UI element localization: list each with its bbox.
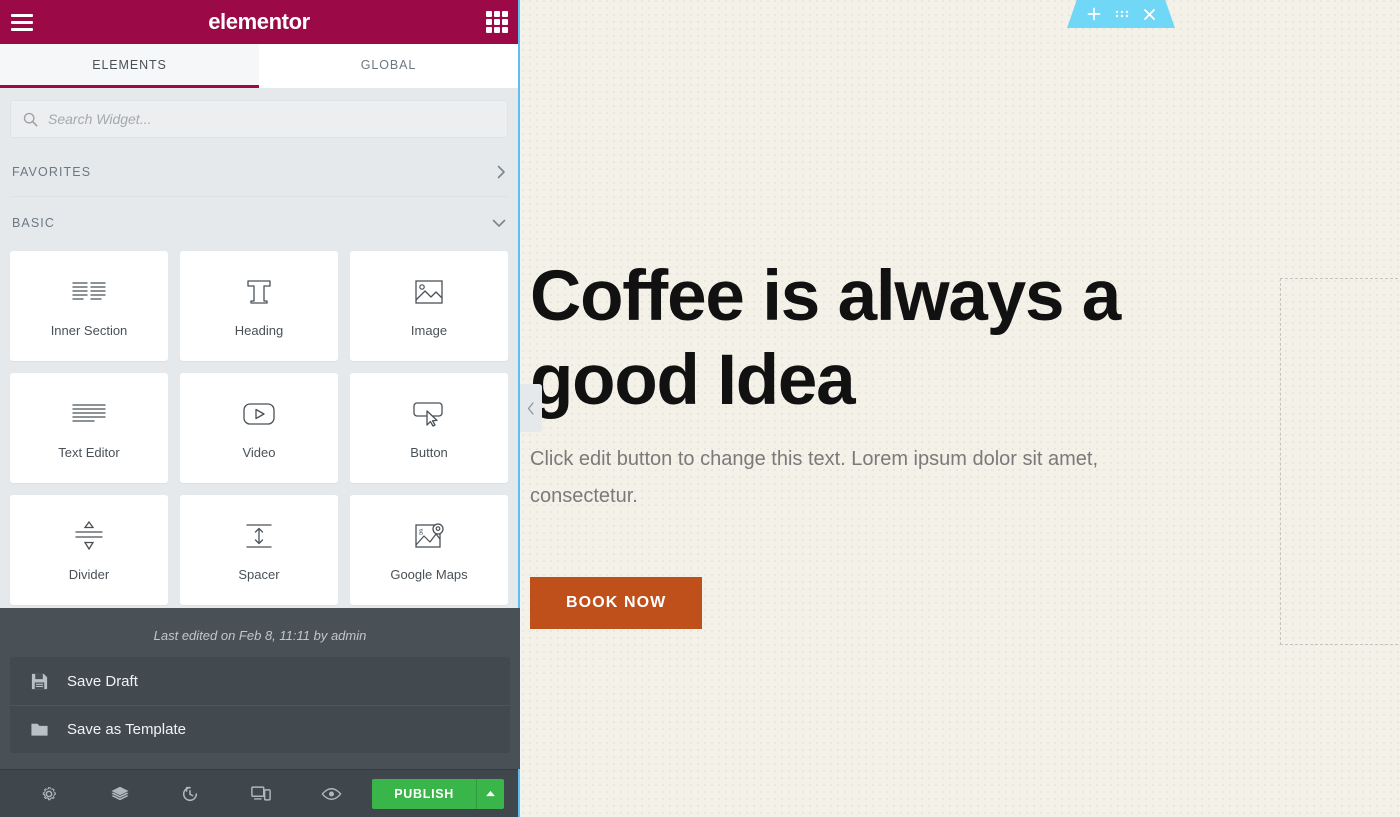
eye-icon (321, 787, 341, 800)
hero-heading[interactable]: Coffee is always a good Idea (530, 255, 1160, 423)
tab-global[interactable]: GLOBAL (259, 44, 518, 88)
panel-tabs: ELEMENTS GLOBAL (0, 44, 518, 88)
settings-button[interactable] (14, 770, 84, 817)
widget-label: Spacer (238, 566, 280, 582)
history-clock-icon (183, 786, 198, 801)
widget-image[interactable]: Image (350, 251, 508, 361)
last-edited-label: Last edited on Feb 8, 11:11 by admin (153, 628, 367, 643)
elementor-editor-window: elementor ELEMENTS GLOBAL FAVORITES (0, 0, 1400, 817)
responsive-mode-button[interactable] (225, 770, 295, 817)
elementor-logo-title: elementor (208, 9, 310, 34)
category-favorites[interactable]: FAVORITES (0, 148, 518, 196)
search-icon (23, 112, 38, 126)
navigator-button[interactable] (84, 770, 154, 817)
search-input[interactable] (48, 111, 495, 127)
widget-label: Heading (234, 322, 284, 338)
page-canvas[interactable]: Coffee is always a good Idea Click edit … (522, 0, 1400, 817)
widget-divider[interactable]: Divider (10, 495, 168, 605)
widget-label: Divider (68, 566, 110, 582)
drag-dots-icon[interactable] (1115, 9, 1129, 19)
widget-heading[interactable]: Heading (180, 251, 338, 361)
panel-collapse-handle[interactable] (520, 384, 542, 432)
empty-column-dropzone[interactable] (1280, 278, 1400, 645)
svg-text:g: g (419, 526, 423, 535)
publish-options-button[interactable] (476, 778, 505, 809)
divider-icon (74, 519, 104, 553)
widget-label: Inner Section (50, 322, 128, 338)
layers-icon (111, 786, 129, 800)
hero-description[interactable]: Click edit button to change this text. L… (530, 441, 1210, 515)
folder-icon (31, 723, 48, 736)
search-box[interactable] (10, 100, 508, 138)
apps-grid-icon[interactable] (486, 11, 508, 33)
widget-label: Google Maps (390, 566, 468, 582)
preview-button[interactable] (296, 770, 366, 817)
map-pin-icon: g (414, 519, 444, 553)
publish-button[interactable]: PUBLISH (372, 778, 477, 809)
chevron-left-icon (527, 401, 534, 415)
widget-inner-section[interactable]: Inner Section (10, 251, 168, 361)
image-icon (414, 275, 444, 309)
spacer-icon (244, 519, 274, 553)
chevron-down-icon (492, 219, 506, 227)
widget-text-editor[interactable]: Text Editor (10, 373, 168, 483)
search-widget-container (0, 88, 518, 148)
panel-header: elementor (0, 0, 518, 44)
widget-video[interactable]: Video (180, 373, 338, 483)
widget-label: Button (410, 444, 448, 460)
save-options-list: Save Draft Save as Template (10, 657, 510, 753)
video-play-icon (242, 397, 276, 431)
save-as-template-button[interactable]: Save as Template (10, 705, 510, 753)
plus-icon[interactable] (1087, 7, 1101, 21)
history-button[interactable] (155, 770, 225, 817)
heading-t-icon (244, 275, 274, 309)
save-as-template-label: Save as Template (67, 721, 186, 738)
panel-footer-bar: PUBLISH (0, 769, 518, 817)
widget-label: Text Editor (58, 444, 120, 460)
elementor-left-panel: elementor ELEMENTS GLOBAL FAVORITES (0, 0, 520, 817)
category-basic-label: BASIC (12, 216, 56, 230)
widget-google-maps[interactable]: g Google Maps (350, 495, 508, 605)
save-draft-button[interactable]: Save Draft (10, 657, 510, 705)
close-x-icon[interactable] (1143, 8, 1156, 21)
save-options-flyout: Last edited on Feb 8, 11:11 by admin Sav… (0, 608, 520, 769)
tab-elements[interactable]: ELEMENTS (0, 44, 259, 88)
columns-icon (72, 275, 106, 309)
category-basic[interactable]: BASIC (0, 199, 518, 247)
caret-up-icon (486, 790, 495, 797)
hamburger-menu-icon[interactable] (0, 0, 44, 44)
widget-label: Video (242, 444, 276, 460)
publish-group: PUBLISH (372, 778, 505, 809)
gear-icon (43, 786, 57, 800)
hero-content-column: Coffee is always a good Idea Click edit … (530, 255, 1230, 629)
save-draft-label: Save Draft (67, 672, 138, 690)
text-lines-icon (72, 397, 106, 431)
category-favorites-label: FAVORITES (12, 165, 92, 179)
responsive-devices-icon (250, 786, 271, 801)
button-cursor-icon (412, 397, 446, 431)
floppy-disk-icon (31, 673, 48, 689)
chevron-right-icon (497, 165, 505, 179)
widget-label: Image (410, 322, 448, 338)
book-now-button[interactable]: BOOK NOW (530, 576, 703, 629)
widget-spacer[interactable]: Spacer (180, 495, 338, 605)
widget-button[interactable]: Button (350, 373, 508, 483)
section-floating-toolbar (1067, 0, 1175, 28)
